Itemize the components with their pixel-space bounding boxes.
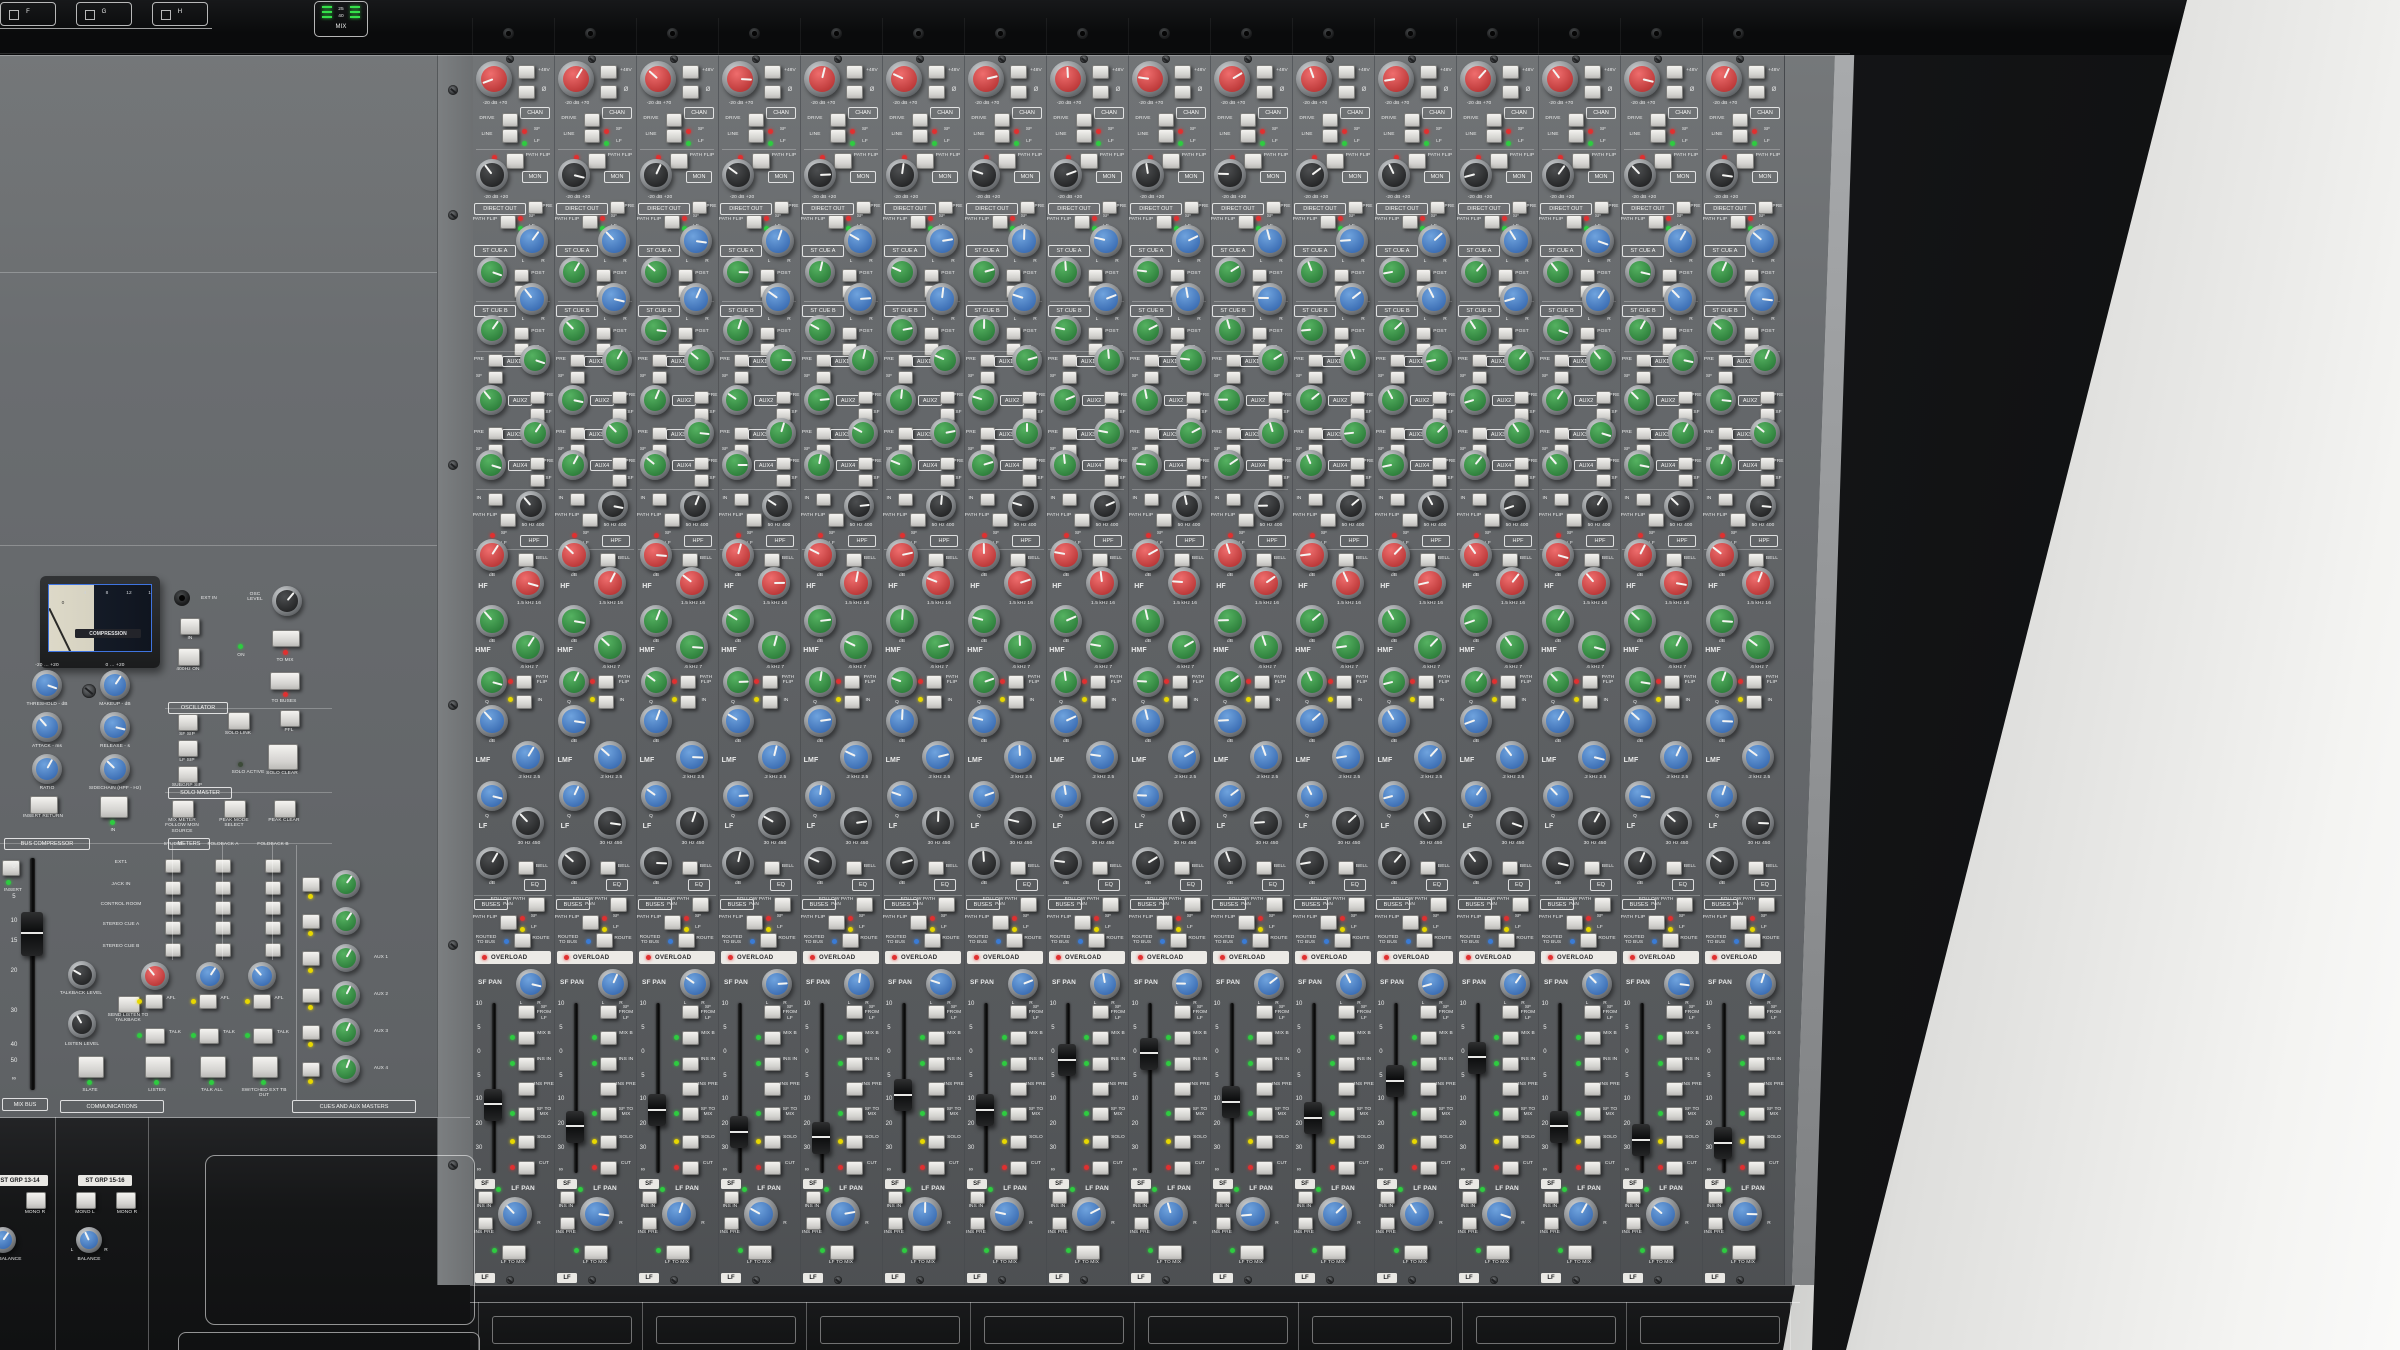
console-deck [0, 55, 1860, 1285]
bridge-module-F: F [0, 2, 56, 26]
bridge-seam [718, 18, 719, 55]
bridge-module-G: G [76, 2, 132, 26]
fader-icon [161, 10, 171, 20]
bridge-jack [1077, 28, 1088, 39]
bridge-seam [882, 18, 883, 55]
bridge-seam [1620, 18, 1621, 55]
mix-tick: 25 [335, 7, 347, 12]
bridge-seam [1702, 18, 1703, 55]
fader-icon [85, 10, 95, 20]
bridge-jack [503, 28, 514, 39]
bridge-jack [1241, 28, 1252, 39]
bridge-seam [636, 18, 637, 55]
bridge-seam [1374, 18, 1375, 55]
fader-icon [9, 10, 19, 20]
meter-bridge: F G H 25 40 MIX [0, 0, 2185, 55]
bridge-module-letter: F [21, 9, 35, 16]
mix-led [322, 6, 332, 8]
bridge-jack [749, 28, 760, 39]
bridge-seam [472, 18, 473, 55]
mixing-console-scene: F G H 25 40 MIX +48VØ-20 dB +70CHANDRIVE… [0, 0, 2400, 1350]
bridge-jack [831, 28, 842, 39]
bridge-jack [1323, 28, 1334, 39]
mix-meter: 25 40 MIX [314, 1, 368, 37]
bridge-module-H: H [152, 2, 208, 26]
lower-left-panel [0, 1117, 470, 1350]
mix-tick: 40 [335, 14, 347, 19]
bridge-bottom-edge [0, 53, 1850, 54]
bridge-seam [1046, 18, 1047, 55]
mix-meter-label: MIX [331, 24, 351, 31]
bridge-seam [1292, 18, 1293, 55]
bridge-jack [667, 28, 678, 39]
bridge-seam [1538, 18, 1539, 55]
bridge-module-letter: H [173, 9, 187, 16]
mix-led [322, 11, 332, 13]
bridge-line [0, 28, 212, 29]
bridge-jack [913, 28, 924, 39]
mix-led [350, 6, 360, 8]
bridge-seam [1210, 18, 1211, 55]
bridge-jack [585, 28, 596, 39]
bridge-jack [995, 28, 1006, 39]
bridge-seam [1128, 18, 1129, 55]
bridge-seam [964, 18, 965, 55]
armrest [470, 1285, 1815, 1350]
mix-led [322, 16, 332, 18]
bridge-module-letter: G [97, 9, 111, 16]
bridge-seam [1456, 18, 1457, 55]
bridge-jack [1569, 28, 1580, 39]
mix-led [350, 11, 360, 13]
bridge-jack [1405, 28, 1416, 39]
bridge-jack [1159, 28, 1170, 39]
bridge-jack [1487, 28, 1498, 39]
bridge-jack [1651, 28, 1662, 39]
bridge-seam [554, 18, 555, 55]
mix-led [350, 16, 360, 18]
bridge-jack [1733, 28, 1744, 39]
bridge-seam [800, 18, 801, 55]
